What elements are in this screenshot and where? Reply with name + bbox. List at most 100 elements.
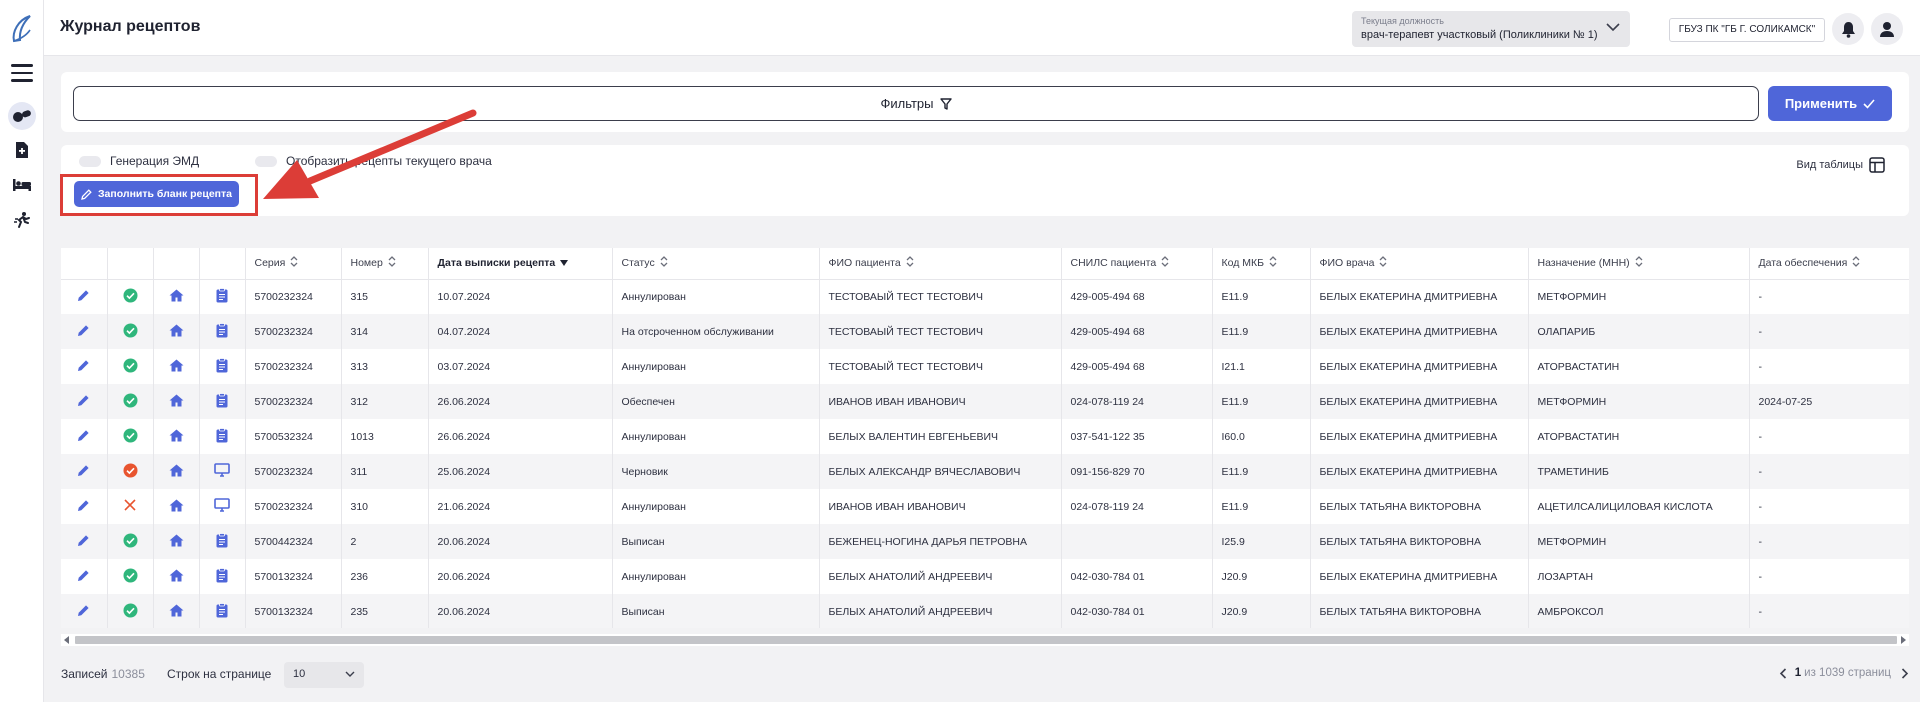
running-person-icon[interactable] bbox=[8, 206, 36, 234]
edit-button[interactable] bbox=[61, 489, 108, 524]
edit-button[interactable] bbox=[61, 524, 108, 559]
sort-icon[interactable] bbox=[388, 256, 396, 270]
next-page-button[interactable] bbox=[1901, 667, 1909, 679]
col-number[interactable]: Номер bbox=[341, 248, 429, 280]
menu-icon[interactable] bbox=[11, 64, 33, 82]
sort-icon[interactable] bbox=[1379, 256, 1387, 270]
horizontal-scrollbar[interactable] bbox=[61, 634, 1909, 646]
home-button[interactable] bbox=[153, 419, 200, 454]
table-row[interactable]: 5700232324 310 21.06.2024 Аннулирован ИВАНОВ… bbox=[61, 489, 1909, 524]
prescription-type[interactable] bbox=[199, 524, 246, 559]
emd-toggle[interactable]: Генерация ЭМД bbox=[79, 154, 199, 168]
scroll-right-icon[interactable] bbox=[1900, 636, 1906, 644]
cell-issue-date: 26.06.2024 bbox=[428, 419, 613, 454]
col-issue-date[interactable]: Дата выписки рецепта bbox=[428, 248, 613, 280]
edit-button[interactable] bbox=[61, 419, 108, 454]
home-button[interactable] bbox=[153, 524, 200, 559]
table-row[interactable]: 5700232324 313 03.07.2024 Аннулирован ТЕСТОВ… bbox=[61, 349, 1909, 384]
scroll-left-icon[interactable] bbox=[64, 636, 70, 644]
col-series[interactable]: Серия bbox=[245, 248, 342, 280]
prescription-type[interactable] bbox=[199, 594, 246, 628]
edit-button[interactable] bbox=[61, 314, 108, 349]
bed-icon[interactable] bbox=[8, 171, 36, 199]
table-row[interactable]: 5700232324 314 04.07.2024 На отсроченном об… bbox=[61, 314, 1909, 349]
cell-patient: БЕЛЫХ ВАЛЕНТИН ЕВГЕНЬЕВИЧ bbox=[819, 419, 1062, 454]
home-button[interactable] bbox=[153, 349, 200, 384]
col-snils[interactable]: СНИЛС пациента bbox=[1061, 248, 1213, 280]
table-row[interactable]: 5700132324 235 20.06.2024 Выписан БЕЛЫХ АНАТ… bbox=[61, 594, 1909, 628]
cell-number: 235 bbox=[341, 594, 429, 628]
table-row[interactable]: 5700132324 236 20.06.2024 Аннулирован БЕЛЫХ … bbox=[61, 559, 1909, 594]
cell-drug: АЦЕТИЛСАЛИЦИЛОВАЯ КИСЛОТА bbox=[1528, 489, 1750, 524]
cross-icon bbox=[124, 499, 136, 511]
edit-button[interactable] bbox=[61, 384, 108, 419]
view-table-button[interactable]: Вид таблицы bbox=[1796, 157, 1885, 173]
notifications-button[interactable] bbox=[1832, 13, 1864, 45]
prescription-type[interactable] bbox=[199, 279, 246, 314]
edit-button[interactable] bbox=[61, 559, 108, 594]
prescription-type[interactable] bbox=[199, 314, 246, 349]
rows-per-page-label: Строк на странице bbox=[167, 667, 272, 681]
prescription-type[interactable] bbox=[199, 559, 246, 594]
table-row[interactable]: 5700232324 315 10.07.2024 Аннулирован ТЕСТОВ… bbox=[61, 279, 1909, 314]
prescription-type[interactable] bbox=[199, 454, 246, 489]
pencil-icon bbox=[81, 188, 92, 200]
records-count: 10385 bbox=[111, 667, 145, 681]
cell-number: 311 bbox=[341, 454, 429, 489]
cell-doctor: БЕЛЫХ ЕКАТЕРИНА ДМИТРИЕВНА bbox=[1310, 349, 1529, 384]
table-row[interactable]: 5700232324 311 25.06.2024 Черновик БЕЛЫХ АЛЕ… bbox=[61, 454, 1909, 489]
home-button[interactable] bbox=[153, 559, 200, 594]
col-mkb[interactable]: Код МКБ bbox=[1212, 248, 1311, 280]
cell-status: Аннулирован bbox=[612, 419, 820, 454]
home-button[interactable] bbox=[153, 594, 200, 628]
sort-icon[interactable] bbox=[560, 257, 569, 269]
check-circle-icon bbox=[123, 393, 137, 407]
fill-prescription-button[interactable]: Заполнить бланк рецепта bbox=[74, 181, 239, 207]
cell-supply-date: - bbox=[1749, 419, 1909, 454]
pencil-icon bbox=[78, 290, 89, 301]
cell-status: Выписан bbox=[612, 594, 820, 628]
sort-icon[interactable] bbox=[660, 256, 668, 270]
pills-icon[interactable] bbox=[8, 102, 36, 130]
edit-button[interactable] bbox=[61, 594, 108, 628]
prev-page-button[interactable] bbox=[1779, 667, 1787, 679]
scrollbar-thumb[interactable] bbox=[75, 636, 1897, 644]
edit-button[interactable] bbox=[61, 279, 108, 314]
table-row[interactable]: 5700532324 1013 26.06.2024 Аннулирован БЕЛЫХ… bbox=[61, 419, 1909, 454]
table-row[interactable]: 5700232324 312 26.06.2024 Обеспечен ИВАНОВ И… bbox=[61, 384, 1909, 419]
col-doctor[interactable]: ФИО врача bbox=[1310, 248, 1529, 280]
col-drug[interactable]: Назначение (МНН) bbox=[1528, 248, 1750, 280]
sort-icon[interactable] bbox=[906, 256, 914, 270]
col-status[interactable]: Статус bbox=[612, 248, 820, 280]
sort-icon[interactable] bbox=[1852, 256, 1860, 270]
organization-badge[interactable]: ГБУЗ ПК "ГБ Г. СОЛИКАМСК" bbox=[1669, 18, 1825, 42]
position-select[interactable]: Текущая должность врач-терапевт участков… bbox=[1352, 11, 1630, 47]
document-icon[interactable] bbox=[8, 136, 36, 164]
home-button[interactable] bbox=[153, 314, 200, 349]
table-row[interactable]: 5700442324 2 20.06.2024 Выписан БЕЖЕНЕЦ-НОГИ… bbox=[61, 524, 1909, 559]
cell-snils: 429-005-494 68 bbox=[1061, 279, 1213, 314]
home-button[interactable] bbox=[153, 279, 200, 314]
sort-icon[interactable] bbox=[1269, 256, 1277, 270]
prescription-type[interactable] bbox=[199, 349, 246, 384]
col-supply-date[interactable]: Дата обеспечения bbox=[1749, 248, 1909, 280]
home-button[interactable] bbox=[153, 489, 200, 524]
filters-button[interactable]: Фильтры bbox=[73, 86, 1759, 121]
col-patient[interactable]: ФИО пациента bbox=[819, 248, 1062, 280]
home-button[interactable] bbox=[153, 384, 200, 419]
edit-button[interactable] bbox=[61, 349, 108, 384]
edit-button[interactable] bbox=[61, 454, 108, 489]
prescription-type[interactable] bbox=[199, 384, 246, 419]
current-doctor-toggle[interactable]: Отобразить рецепты текущего врача bbox=[255, 154, 492, 168]
sort-icon[interactable] bbox=[1635, 256, 1643, 270]
home-button[interactable] bbox=[153, 454, 200, 489]
sort-icon[interactable] bbox=[1161, 256, 1169, 270]
current-doctor-toggle-switch[interactable] bbox=[255, 155, 277, 167]
prescription-type[interactable] bbox=[199, 489, 246, 524]
user-profile-button[interactable] bbox=[1871, 13, 1903, 45]
emd-toggle-switch[interactable] bbox=[79, 155, 101, 167]
prescription-type[interactable] bbox=[199, 419, 246, 454]
apply-button[interactable]: Применить bbox=[1768, 86, 1892, 121]
rows-per-page-select[interactable]: 10 bbox=[284, 662, 364, 688]
sort-icon[interactable] bbox=[290, 256, 298, 270]
